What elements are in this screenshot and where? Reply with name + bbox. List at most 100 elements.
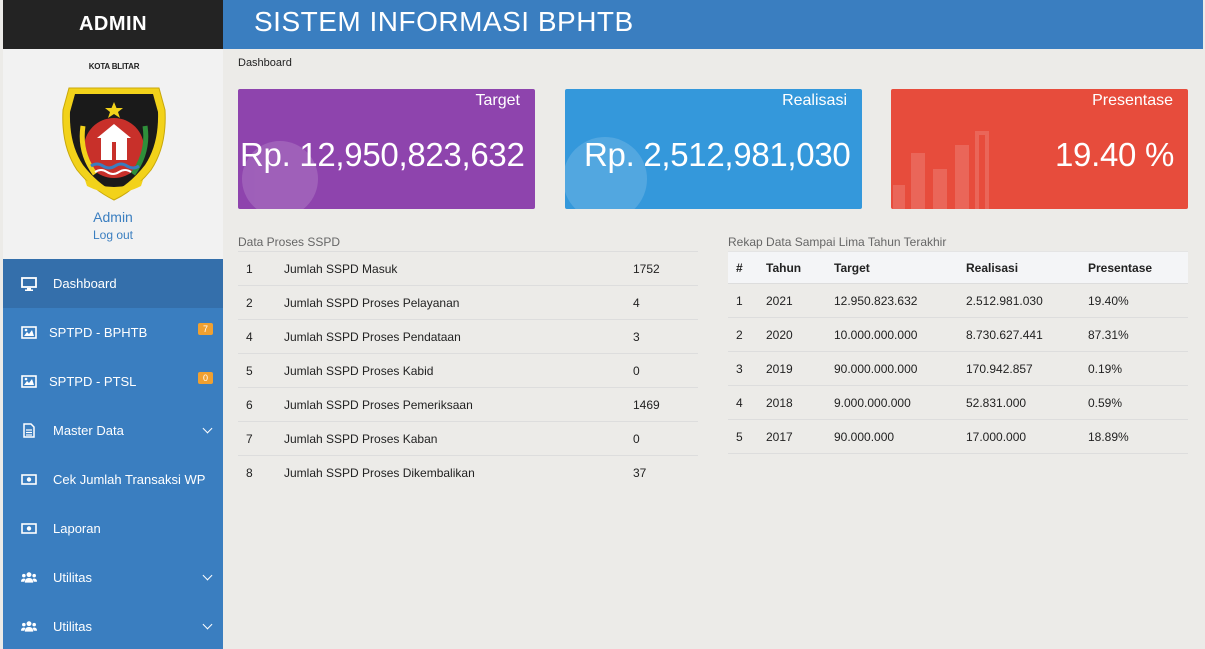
row-number: 8 xyxy=(238,455,284,490)
target-card: Target Rp. 12,950,823,632 xyxy=(238,89,535,209)
row-label: Jumlah SSPD Proses Kabid xyxy=(284,353,633,388)
cell-no: 2 xyxy=(728,317,766,352)
chevron-down-icon xyxy=(202,570,213,581)
cell-realisasi: 17.000.000 xyxy=(966,419,1088,454)
row-value: 4 xyxy=(633,285,698,320)
breadcrumb[interactable]: Dashboard xyxy=(238,57,292,69)
row-value: 3 xyxy=(633,319,698,354)
chevron-down-icon xyxy=(202,619,213,630)
cell-no: 1 xyxy=(728,283,766,318)
cell-realisasi: 52.831.000 xyxy=(966,385,1088,420)
sspd-table: 1 Jumlah SSPD Masuk 1752 2 Jumlah SSPD P… xyxy=(238,251,698,490)
count-badge: 7 xyxy=(197,323,213,335)
presentase-label: Presentase xyxy=(1092,92,1173,109)
sidebar-item-label: SPTPD - BPHTB xyxy=(49,325,148,340)
row-value: 37 xyxy=(633,455,698,490)
sidebar-item-label: Master Data xyxy=(53,423,124,438)
cell-no: 4 xyxy=(728,385,766,420)
row-value: 0 xyxy=(633,353,698,388)
table-row: 8 Jumlah SSPD Proses Dikembalikan 37 xyxy=(238,455,698,490)
page-title: SISTEM INFORMASI BPHTB xyxy=(254,6,634,37)
sidebar-item-utilitas[interactable]: Utilitas xyxy=(3,602,223,649)
row-value: 0 xyxy=(633,421,698,456)
cell-realisasi: 8.730.627.441 xyxy=(966,317,1088,352)
cell-tahun: 2019 xyxy=(766,351,834,386)
sidebar-item-label: Laporan xyxy=(53,521,101,536)
column-header: Target xyxy=(834,251,966,284)
column-header: Realisasi xyxy=(966,251,1088,284)
count-badge: 0 xyxy=(197,372,213,384)
row-number: 7 xyxy=(238,421,284,456)
user-name-link[interactable]: Admin xyxy=(3,209,223,225)
cell-target: 12.950.823.632 xyxy=(834,283,966,318)
cell-target: 10.000.000.000 xyxy=(834,317,966,352)
table-row: 6 Jumlah SSPD Proses Pemeriksaan 1469 xyxy=(238,387,698,422)
cell-target: 9.000.000.000 xyxy=(834,385,966,420)
rekap-table: # Tahun Target Realisasi Presentase 1 20… xyxy=(728,251,1188,454)
cell-tahun: 2018 xyxy=(766,385,834,420)
cell-target: 90.000.000.000 xyxy=(834,351,966,386)
row-number: 4 xyxy=(238,319,284,354)
presentase-value: 19.40 % xyxy=(1055,136,1174,173)
sidebar-item-dashboard[interactable]: Dashboard xyxy=(3,259,223,308)
row-number: 2 xyxy=(238,285,284,320)
cell-tahun: 2017 xyxy=(766,419,834,454)
logout-link[interactable]: Log out xyxy=(3,228,223,242)
cell-presentase: 19.40% xyxy=(1088,283,1188,318)
sidebar-item-label: Utilitas xyxy=(53,570,93,585)
cell-realisasi: 2.512.981.030 xyxy=(966,283,1088,318)
sidebar-menu: Dashboard SPTPD - BPHTB 7 SPTPD - PTSL 0… xyxy=(3,259,223,649)
cell-no: 3 xyxy=(728,351,766,386)
money-icon xyxy=(21,472,37,488)
chevron-down-icon xyxy=(202,423,213,434)
cell-presentase: 18.89% xyxy=(1088,419,1188,454)
rekap-section-title: Rekap Data Sampai Lima Tahun Terakhir xyxy=(728,235,947,249)
table-row: 1 Jumlah SSPD Masuk 1752 xyxy=(238,251,698,286)
table-row: 5 Jumlah SSPD Proses Kabid 0 xyxy=(238,353,698,388)
table-row: 4 2018 9.000.000.000 52.831.000 0.59% xyxy=(728,385,1188,420)
table-row: 2 Jumlah SSPD Proses Pelayanan 4 xyxy=(238,285,698,320)
cell-presentase: 0.59% xyxy=(1088,385,1188,420)
brand-title: ADMIN xyxy=(3,0,223,49)
realisasi-label: Realisasi xyxy=(782,92,847,109)
cell-tahun: 2020 xyxy=(766,317,834,352)
column-header: # xyxy=(728,251,766,284)
users-icon xyxy=(21,619,37,635)
column-header: Tahun xyxy=(766,251,834,284)
users-icon xyxy=(21,570,37,586)
table-row: 3 2019 90.000.000.000 170.942.857 0.19% xyxy=(728,351,1188,386)
row-label: Jumlah SSPD Proses Pelayanan xyxy=(284,285,633,320)
row-value: 1469 xyxy=(633,387,698,422)
row-value: 1752 xyxy=(633,251,698,286)
image-icon xyxy=(21,374,37,390)
target-label: Target xyxy=(475,92,520,109)
table-row: 2 2020 10.000.000.000 8.730.627.441 87.3… xyxy=(728,317,1188,352)
row-label: Jumlah SSPD Proses Pemeriksaan xyxy=(284,387,633,422)
row-label: Jumlah SSPD Proses Kaban xyxy=(284,421,633,456)
cell-presentase: 87.31% xyxy=(1088,317,1188,352)
row-label: Jumlah SSPD Proses Pendataan xyxy=(284,319,633,354)
cell-target: 90.000.000 xyxy=(834,419,966,454)
realisasi-card: Realisasi Rp. 2,512,981,030 xyxy=(565,89,862,209)
table-row: 5 2017 90.000.000 17.000.000 18.89% xyxy=(728,419,1188,454)
presentase-card: Presentase 19.40 % xyxy=(891,89,1188,209)
row-label: Jumlah SSPD Masuk xyxy=(284,251,633,286)
column-header: Presentase xyxy=(1088,251,1188,284)
table-row: 1 2021 12.950.823.632 2.512.981.030 19.4… xyxy=(728,283,1188,318)
sidebar-item-master-data[interactable]: Master Data xyxy=(3,406,223,455)
table-row: 4 Jumlah SSPD Proses Pendataan 3 xyxy=(238,319,698,354)
sidebar-item-sptpd-ptsl[interactable]: SPTPD - PTSL 0 xyxy=(3,357,223,406)
row-number: 5 xyxy=(238,353,284,388)
sidebar-item-utilitas[interactable]: Utilitas xyxy=(3,553,223,602)
sidebar: ADMIN KOTA BLITAR Admin Log out Dashboar… xyxy=(3,0,223,649)
cell-no: 5 xyxy=(728,419,766,454)
sidebar-item-label: SPTPD - PTSL xyxy=(49,374,137,389)
sidebar-item-cek-jumlah-transaksi[interactable]: Cek Jumlah Transaksi WP xyxy=(3,455,223,504)
money-icon xyxy=(21,521,37,537)
cell-tahun: 2021 xyxy=(766,283,834,318)
row-number: 1 xyxy=(238,251,284,286)
sidebar-item-label: Cek Jumlah Transaksi WP xyxy=(53,472,206,487)
table-header-row: # Tahun Target Realisasi Presentase xyxy=(728,251,1188,284)
sidebar-item-sptpd-bphtb[interactable]: SPTPD - BPHTB 7 xyxy=(3,308,223,357)
sidebar-item-laporan[interactable]: Laporan xyxy=(3,504,223,553)
